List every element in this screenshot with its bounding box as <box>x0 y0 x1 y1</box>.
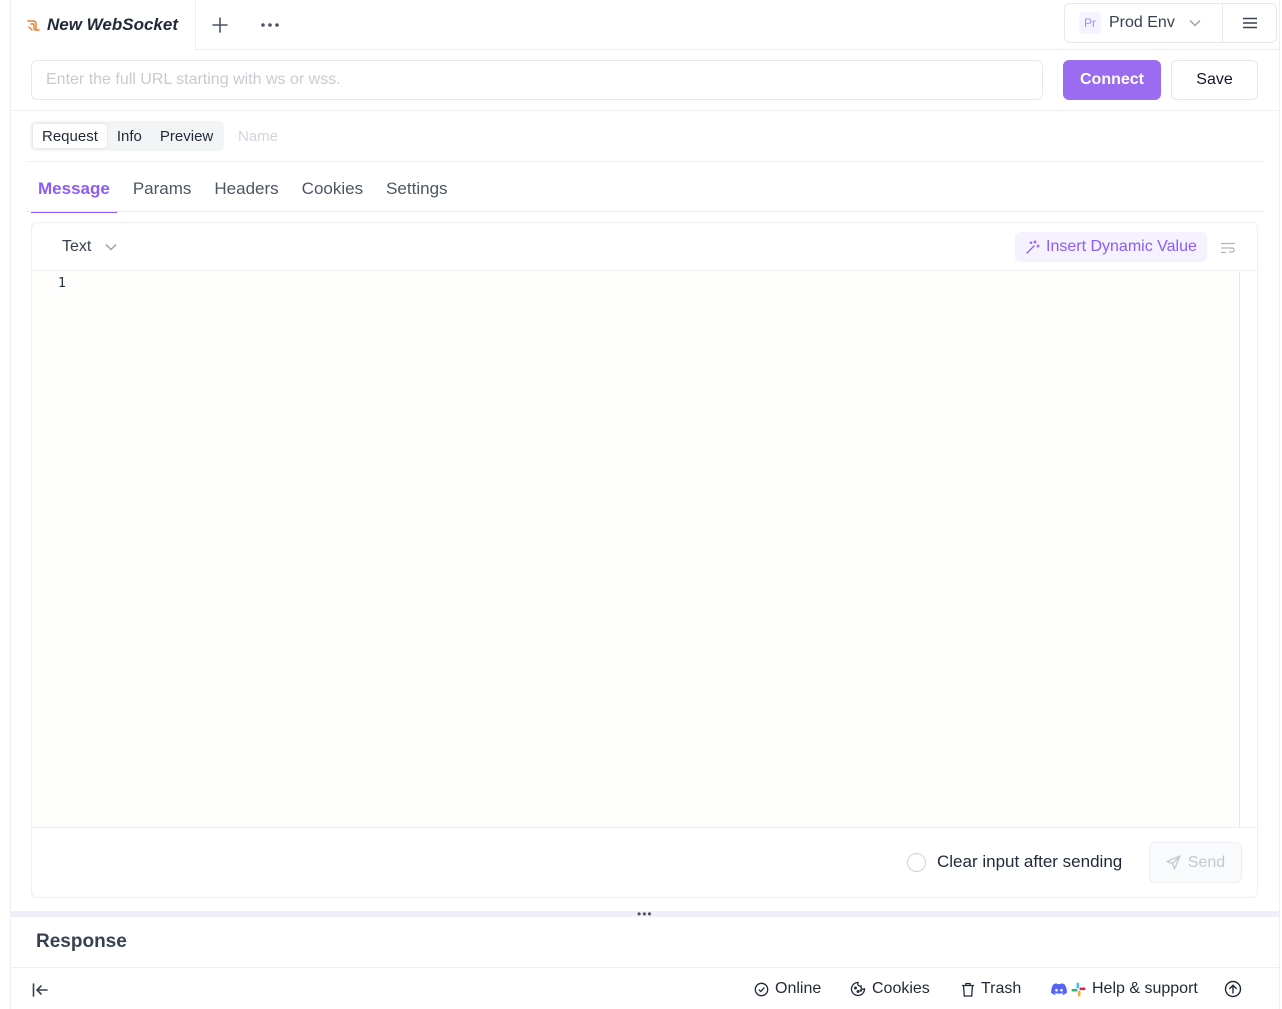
chevron-down-icon <box>105 243 117 251</box>
collapse-left-icon <box>32 983 48 997</box>
url-input[interactable] <box>31 60 1043 100</box>
divider <box>26 161 1264 162</box>
editor-footer: Clear input after sending Send <box>32 827 1257 897</box>
trash-icon <box>962 982 974 997</box>
environment-group: Pr Prod Env <box>1064 3 1277 43</box>
online-label: Online <box>775 980 822 997</box>
slack-icon <box>1071 982 1086 996</box>
cookies-label: Cookies <box>872 980 930 997</box>
frame-border-right <box>1279 0 1280 1009</box>
connect-button[interactable]: Connect <box>1063 60 1161 100</box>
cookie-icon <box>850 981 866 997</box>
chevron-down-icon <box>1189 19 1201 27</box>
word-wrap-icon <box>1221 242 1235 254</box>
tab-params[interactable]: Params <box>126 166 199 212</box>
insert-dynamic-value-label: Insert Dynamic Value <box>1046 238 1197 255</box>
environment-select[interactable]: Pr Prod Env <box>1065 4 1223 42</box>
segment-info[interactable]: Info <box>108 123 151 149</box>
tab-settings[interactable]: Settings <box>379 166 454 212</box>
trash-label: Trash <box>981 980 1022 997</box>
environment-name: Prod Env <box>1109 14 1175 31</box>
plus-icon <box>212 17 228 33</box>
help-support-button[interactable]: Help & support <box>1051 978 1198 1000</box>
divider <box>11 110 1279 111</box>
hamburger-icon <box>1242 17 1257 29</box>
tab-message[interactable]: Message <box>31 166 117 213</box>
tab-headers[interactable]: Headers <box>207 166 285 212</box>
clear-input-checkbox[interactable] <box>907 853 926 872</box>
insert-dynamic-value-button[interactable]: Insert Dynamic Value <box>1015 232 1207 262</box>
ellipsis-icon <box>261 23 279 27</box>
word-wrap-button[interactable] <box>1217 237 1239 259</box>
check-circle-icon <box>754 982 769 996</box>
message-editor-panel: Text Insert Dynamic Value 1 Clear input … <box>31 222 1258 898</box>
response-title: Response <box>36 931 127 952</box>
editor-scrollbar[interactable] <box>1239 272 1257 827</box>
divider <box>26 211 1264 212</box>
segment-preview[interactable]: Preview <box>151 123 222 149</box>
segment-request[interactable]: Request <box>32 123 108 149</box>
send-icon <box>1166 855 1181 870</box>
scroll-up-button[interactable] <box>1224 978 1248 1000</box>
editor-toolbar: Text Insert Dynamic Value <box>32 223 1257 271</box>
add-tab-button[interactable] <box>204 9 236 41</box>
help-support-label: Help & support <box>1092 980 1198 997</box>
send-button[interactable]: Send <box>1149 842 1242 883</box>
websocket-icon <box>27 18 41 32</box>
discord-icon <box>1051 982 1067 995</box>
clear-input-label: Clear input after sending <box>937 852 1123 871</box>
drag-handle-icon: ••• <box>637 907 653 921</box>
save-button[interactable]: Save <box>1171 60 1258 100</box>
tab-title: New WebSocket <box>47 15 179 34</box>
frame-border-left <box>10 0 11 1009</box>
message-type-select[interactable]: Text <box>62 235 117 259</box>
menu-button[interactable] <box>1223 4 1276 42</box>
view-segmented-control: Request Info Preview <box>30 121 225 151</box>
status-bar: Online Cookies Trash Help & support <box>11 968 1279 1009</box>
magic-wand-icon <box>1026 239 1040 254</box>
environment-badge: Pr <box>1079 12 1101 34</box>
online-status[interactable]: Online <box>754 978 821 1000</box>
tab-bar: New WebSocket Pr Prod Env <box>11 0 1279 50</box>
tab-cookies[interactable]: Cookies <box>295 166 370 212</box>
trash-button[interactable]: Trash <box>961 978 1021 1000</box>
request-tabs: Message Params Headers Cookies Settings <box>31 166 464 213</box>
arrow-up-circle-icon <box>1224 980 1242 998</box>
tab-new-websocket[interactable]: New WebSocket <box>11 0 196 50</box>
send-label: Send <box>1187 853 1226 871</box>
message-type-label: Text <box>62 238 92 255</box>
more-options-button[interactable] <box>254 9 286 41</box>
code-editor[interactable]: 1 <box>32 272 1239 827</box>
line-number: 1 <box>58 276 66 291</box>
collapse-sidebar-button[interactable] <box>31 981 49 999</box>
name-input[interactable] <box>238 125 538 147</box>
cookies-status-button[interactable]: Cookies <box>850 978 930 1000</box>
